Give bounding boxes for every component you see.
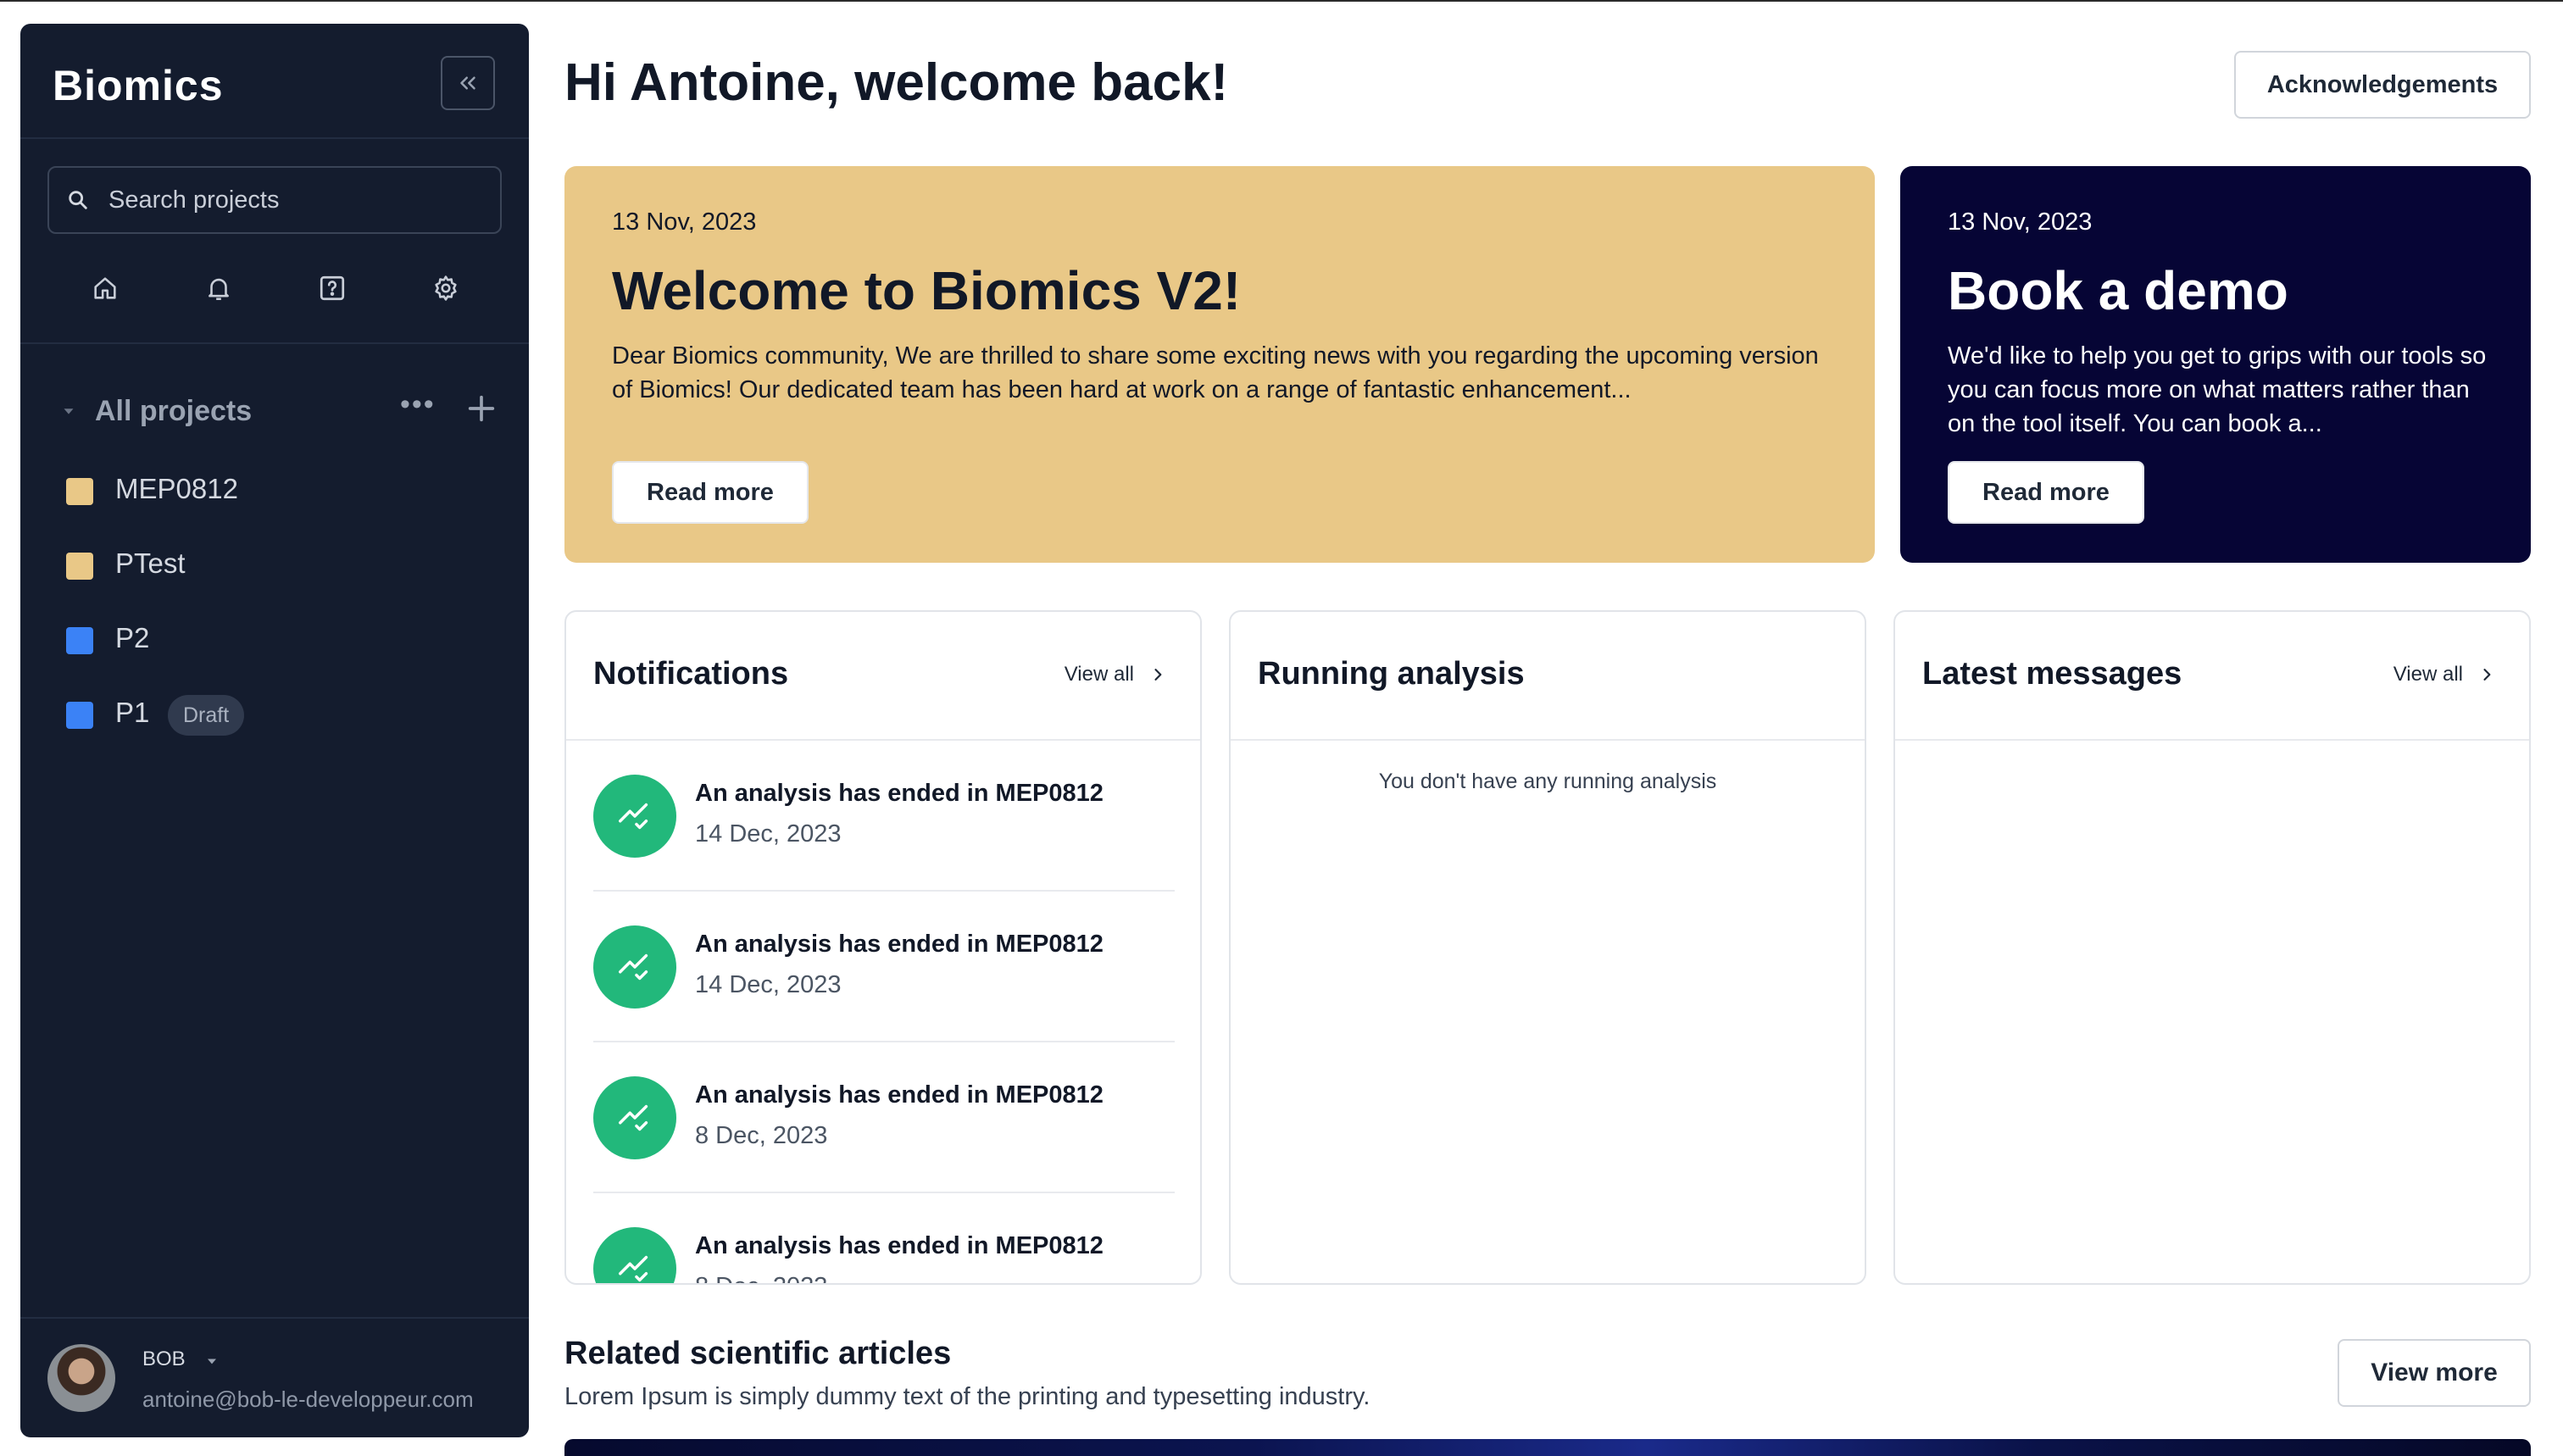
article-banner-image[interactable] bbox=[564, 1439, 2531, 1456]
view-all-link[interactable]: View all bbox=[1065, 663, 1166, 686]
sidebar-item-project[interactable]: P2 bbox=[20, 609, 529, 668]
view-all-label: View all bbox=[2393, 663, 2463, 686]
panel-header: Notifications View all bbox=[566, 612, 1200, 741]
card-body: We'd like to help you get to grips with … bbox=[1948, 342, 2487, 437]
project-name: P2 bbox=[115, 622, 150, 653]
add-project-icon[interactable] bbox=[464, 392, 498, 425]
notification-text: An analysis has ended in MEP0812 bbox=[695, 1081, 1104, 1109]
notification-date: 14 Dec, 2023 bbox=[695, 820, 842, 847]
acknowledgements-button[interactable]: Acknowledgements bbox=[2234, 51, 2531, 119]
notification-item[interactable]: An analysis has ended in MEP0812 8 Dec, … bbox=[593, 1193, 1175, 1283]
notification-date: 14 Dec, 2023 bbox=[695, 971, 842, 998]
panel-header: Running analysis bbox=[1231, 612, 1865, 741]
card-title: Book a demo bbox=[1948, 260, 2288, 321]
chevron-right-icon bbox=[1154, 669, 1162, 681]
analysis-chart-icon bbox=[593, 775, 676, 858]
project-name: PTest bbox=[115, 547, 186, 579]
view-all-link[interactable]: View all bbox=[2393, 663, 2495, 686]
chevron-right-icon bbox=[2483, 669, 2491, 681]
notification-text: An analysis has ended in MEP0812 bbox=[695, 780, 1104, 807]
sidebar-nav bbox=[20, 263, 529, 317]
related-articles-subtitle: Lorem Ipsum is simply dummy text of the … bbox=[564, 1383, 1370, 1410]
notification-item[interactable]: An analysis has ended in MEP0812 8 Dec, … bbox=[593, 1042, 1175, 1193]
read-more-button[interactable]: Read more bbox=[1948, 461, 2144, 524]
sidebar-item-project[interactable]: P1 Draft bbox=[20, 683, 529, 742]
card-date: 13 Nov, 2023 bbox=[612, 208, 757, 236]
search-placeholder: Search projects bbox=[108, 186, 280, 214]
project-color-swatch bbox=[66, 478, 93, 505]
bell-icon[interactable] bbox=[202, 271, 236, 305]
project-color-swatch bbox=[66, 627, 93, 654]
draft-badge: Draft bbox=[168, 695, 245, 736]
card-body: Dear Biomics community, We are thrilled … bbox=[612, 342, 1819, 403]
home-icon[interactable] bbox=[88, 271, 122, 305]
view-all-label: View all bbox=[1064, 663, 1134, 686]
running-analysis-panel: Running analysis You don't have any runn… bbox=[1229, 610, 1866, 1285]
caret-down-icon[interactable] bbox=[203, 1353, 220, 1370]
related-articles-title: Related scientific articles bbox=[564, 1336, 952, 1371]
chevrons-left-icon bbox=[460, 76, 475, 90]
sidebar-item-project[interactable]: MEP0812 bbox=[20, 459, 529, 519]
help-icon[interactable] bbox=[315, 271, 349, 305]
sidebar-divider bbox=[20, 342, 529, 344]
notification-item[interactable]: An analysis has ended in MEP0812 14 Dec,… bbox=[593, 892, 1175, 1042]
card-date: 13 Nov, 2023 bbox=[1948, 208, 2093, 236]
app-logo: Biomics bbox=[53, 62, 224, 109]
search-icon bbox=[69, 191, 87, 209]
gear-icon[interactable] bbox=[429, 271, 463, 305]
project-color-swatch bbox=[66, 553, 93, 580]
project-name: MEP0812 bbox=[115, 473, 238, 504]
page-title: Hi Antoine, welcome back! bbox=[564, 53, 1229, 112]
all-projects-label: All projects bbox=[95, 395, 253, 427]
panel-title: Notifications bbox=[593, 656, 789, 692]
project-name: P1 bbox=[115, 697, 150, 728]
latest-messages-panel: Latest messages View all bbox=[1893, 610, 2531, 1285]
analysis-chart-icon bbox=[593, 1227, 676, 1283]
sidebar-item-project[interactable]: PTest bbox=[20, 534, 529, 593]
notification-text: An analysis has ended in MEP0812 bbox=[695, 931, 1104, 958]
panel-header: Latest messages View all bbox=[1895, 612, 2529, 741]
notifications-panel: Notifications View all An analysis has e… bbox=[564, 610, 1202, 1285]
user-name: BOB bbox=[142, 1348, 186, 1370]
panel-title: Latest messages bbox=[1922, 656, 2182, 692]
all-projects-header[interactable]: All projects ••• bbox=[20, 386, 529, 437]
caret-down-icon bbox=[64, 408, 74, 414]
collapse-sidebar-button[interactable] bbox=[441, 56, 495, 110]
sidebar-header: Biomics bbox=[20, 24, 529, 139]
notification-item[interactable]: An analysis has ended in MEP0812 14 Dec,… bbox=[593, 741, 1175, 892]
sidebar: Biomics Search projects All projects •••… bbox=[20, 24, 529, 1437]
notification-text: An analysis has ended in MEP0812 bbox=[695, 1232, 1104, 1259]
notification-date: 8 Dec, 2023 bbox=[695, 1273, 827, 1283]
project-color-swatch bbox=[66, 702, 93, 729]
search-projects-input[interactable]: Search projects bbox=[47, 166, 502, 234]
book-demo-card: 13 Nov, 2023 Book a demo We'd like to he… bbox=[1900, 166, 2531, 563]
analysis-chart-icon bbox=[593, 1076, 676, 1159]
empty-state-text: You don't have any running analysis bbox=[1378, 770, 1717, 793]
read-more-button[interactable]: Read more bbox=[612, 461, 809, 524]
more-options-icon[interactable]: ••• bbox=[400, 388, 436, 421]
user-footer[interactable]: BOB antoine@bob-le-developpeur.com bbox=[20, 1317, 529, 1437]
notification-date: 8 Dec, 2023 bbox=[695, 1122, 828, 1149]
welcome-card: 13 Nov, 2023 Welcome to Biomics V2! Dear… bbox=[564, 166, 1875, 563]
user-email: antoine@bob-le-developpeur.com bbox=[142, 1387, 474, 1412]
analysis-chart-icon bbox=[593, 925, 676, 1009]
panel-title: Running analysis bbox=[1258, 656, 1525, 692]
card-title: Welcome to Biomics V2! bbox=[612, 260, 1242, 321]
view-more-button[interactable]: View more bbox=[2338, 1339, 2531, 1407]
avatar bbox=[47, 1344, 115, 1412]
